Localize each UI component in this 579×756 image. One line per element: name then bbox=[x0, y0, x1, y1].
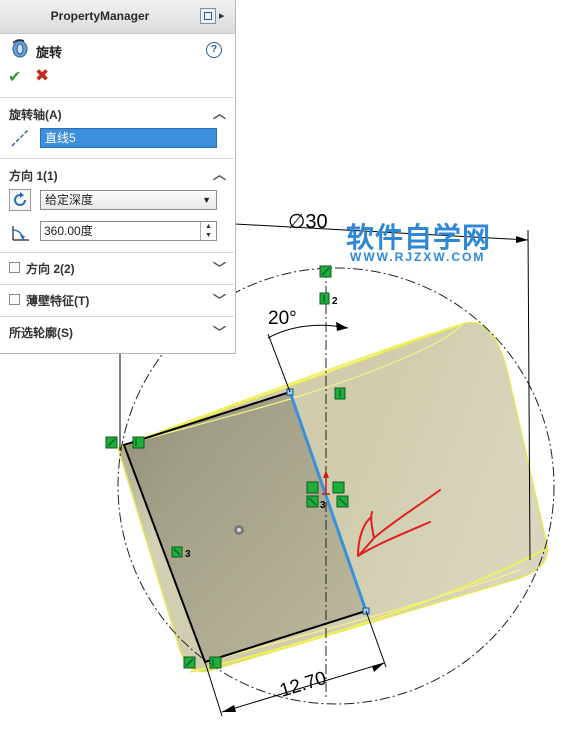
direction2-checkbox[interactable] bbox=[9, 262, 20, 273]
axis-selection-field[interactable]: 直线5 bbox=[40, 128, 217, 148]
separator bbox=[0, 97, 234, 98]
section-title-thin-feature[interactable]: 薄壁特征(T) bbox=[26, 292, 89, 309]
chevron-up-icon[interactable]: ︿ bbox=[213, 164, 226, 183]
angle-input[interactable]: 360.00度 ▲ ▼ bbox=[40, 221, 217, 241]
angle-arrowhead bbox=[336, 322, 348, 331]
angle-value: 360.00度 bbox=[44, 224, 93, 238]
length-dimension-text[interactable]: 12.70 bbox=[277, 668, 329, 702]
spin-up-icon[interactable]: ▲ bbox=[201, 222, 216, 231]
chevron-up-icon[interactable]: ︿ bbox=[213, 103, 226, 122]
angle-spinner[interactable]: ▲ ▼ bbox=[200, 222, 216, 240]
section-title-axis[interactable]: 旋转轴(A) bbox=[9, 106, 62, 123]
angle-icon bbox=[12, 226, 29, 241]
section-title-selected-contours[interactable]: 所选轮廓(S) bbox=[9, 324, 73, 341]
dropdown-arrow-icon[interactable]: ▼ bbox=[202, 191, 211, 209]
diameter-arrowhead bbox=[516, 236, 528, 243]
center-mark bbox=[234, 525, 244, 535]
relation-label-center: 3 bbox=[320, 500, 326, 511]
collapse-arrow-icon[interactable]: ▸ bbox=[219, 9, 225, 22]
relation-label-left: 3 bbox=[185, 549, 191, 560]
chevron-down-icon[interactable]: ﹀ bbox=[213, 258, 226, 277]
section-title-direction2[interactable]: 方向 2(2) bbox=[26, 260, 75, 277]
relation-label-top: 2 bbox=[332, 296, 338, 307]
cancel-button[interactable]: ✖ bbox=[35, 66, 49, 86]
ok-button[interactable]: ✔ bbox=[8, 67, 21, 87]
axis-line-icon bbox=[11, 129, 29, 147]
diameter-dimension-text[interactable]: ∅30 bbox=[288, 211, 328, 233]
revolve-feature-icon bbox=[12, 39, 28, 58]
separator bbox=[0, 158, 234, 159]
end-condition-value: 给定深度 bbox=[45, 193, 94, 207]
feature-row: 旋转 ? bbox=[0, 33, 234, 65]
property-manager-panel: PropertyManager ▸ 旋转 ? ✔ ✖ 旋转轴(A) ︿ 直线5 … bbox=[0, 0, 236, 354]
pin-icon[interactable] bbox=[200, 8, 216, 24]
separator bbox=[0, 284, 234, 285]
relation-marker-top[interactable] bbox=[319, 265, 332, 278]
feature-name: 旋转 bbox=[36, 45, 63, 60]
separator bbox=[0, 252, 234, 253]
angle-extension bbox=[267, 333, 291, 393]
chevron-down-icon[interactable]: ﹀ bbox=[213, 322, 226, 341]
angle-dimension-text[interactable]: 20° bbox=[268, 308, 297, 329]
relation-marker-mid[interactable] bbox=[334, 387, 346, 400]
property-manager-title: PropertyManager bbox=[50, 9, 150, 23]
chevron-down-icon[interactable]: ﹀ bbox=[213, 290, 226, 309]
watermark-url: WWW.RJZXW.COM bbox=[350, 250, 486, 264]
spin-down-icon[interactable]: ▼ bbox=[201, 231, 216, 240]
end-condition-select[interactable]: 给定深度 ▼ bbox=[40, 190, 217, 210]
separator bbox=[0, 316, 234, 317]
help-icon[interactable]: ? bbox=[206, 42, 222, 58]
length-arrowhead bbox=[222, 705, 236, 712]
reverse-direction-icon[interactable] bbox=[9, 189, 31, 211]
relation-marker-vertical[interactable] bbox=[319, 292, 330, 305]
relation-marker-left-side[interactable] bbox=[171, 546, 183, 558]
property-manager-header: PropertyManager ▸ bbox=[0, 0, 235, 34]
section-title-direction1[interactable]: 方向 1(1) bbox=[9, 167, 58, 184]
thin-feature-checkbox[interactable] bbox=[9, 294, 20, 305]
